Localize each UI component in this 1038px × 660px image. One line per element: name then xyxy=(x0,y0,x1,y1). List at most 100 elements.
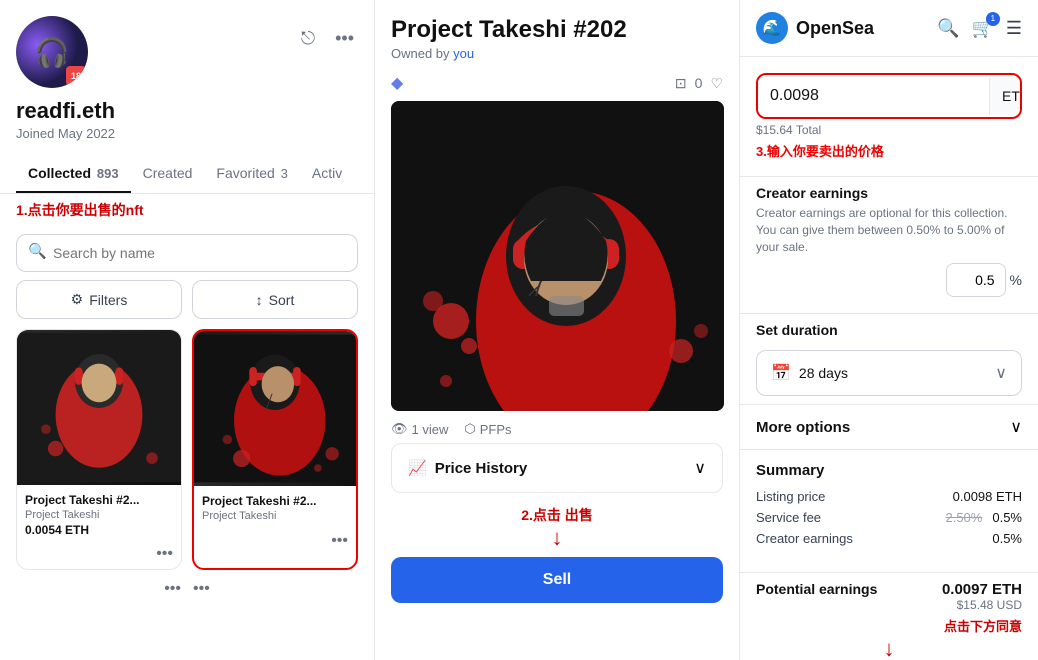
nft-card-2[interactable]: Project Takeshi #2... Project Takeshi ••… xyxy=(192,329,358,570)
share-button[interactable]: ⎋ xyxy=(297,24,319,53)
header-search-icon[interactable]: 🔍 xyxy=(937,18,959,39)
opensea-header: 🌊 OpenSea 🔍 🛒 1 ☰ xyxy=(740,0,1038,57)
nft-title-row: Project Takeshi #202 Owned by you xyxy=(375,0,739,65)
creator-row-label: Creator earnings xyxy=(756,531,853,546)
search-input[interactable] xyxy=(16,234,358,272)
nft-main-image xyxy=(391,101,724,411)
potential-values: 0.0097 ETH $15.48 USD xyxy=(942,581,1022,612)
currency-label: ETH xyxy=(1002,88,1022,104)
duration-title: Set duration xyxy=(756,322,1022,338)
sort-label: Sort xyxy=(269,292,295,308)
view-count: 0 xyxy=(695,75,703,91)
opensea-header-icons: 🔍 🛒 1 ☰ xyxy=(937,18,1022,39)
chart-icon: 📈 xyxy=(408,459,427,477)
nft-stats-row: 👁 1 view ⬡ PFPs xyxy=(375,411,739,443)
right-panel: 🌊 OpenSea 🔍 🛒 1 ☰ ETH ▾ $15.64 Total 3.输… xyxy=(740,0,1038,660)
service-fee-strikethrough: 2.50% xyxy=(945,510,982,525)
profile-header: 🎧 18 ⎋ ••• readfi.eth Joined May 2022 Co… xyxy=(0,0,374,194)
price-input-row: ETH ▾ xyxy=(756,73,1022,119)
collection-tag-text: PFPs xyxy=(480,422,512,437)
nft-card-1-price: 0.0054 ETH xyxy=(25,523,173,537)
potential-row: Potential earnings 0.0097 ETH $15.48 USD xyxy=(756,581,1022,612)
tab-created[interactable]: Created xyxy=(131,155,205,193)
expand-icon[interactable]: ⊡ xyxy=(675,75,687,92)
potential-section: Potential earnings 0.0097 ETH $15.48 USD… xyxy=(740,581,1038,660)
potential-label: Potential earnings xyxy=(756,581,877,597)
view-count-item: 👁 1 view xyxy=(391,421,448,437)
more-options-chevron: ∨ xyxy=(1010,417,1022,437)
nft-image-area: ◆ ⊡ 0 ♡ xyxy=(391,65,723,411)
duration-select[interactable]: 📅 28 days ∨ xyxy=(756,350,1022,396)
nft-card-1-collection: Project Takeshi xyxy=(25,509,173,521)
join-date: Joined May 2022 xyxy=(16,126,358,141)
nft-image-1 xyxy=(17,330,181,485)
service-fee-row: Service fee 2.50% 0.5% xyxy=(756,510,1022,525)
left-panel: 🎧 18 ⎋ ••• readfi.eth Joined May 2022 Co… xyxy=(0,0,375,660)
tab-favorited[interactable]: Favorited 3 xyxy=(204,155,299,193)
price-history-section: 📈 Price History ∨ xyxy=(391,443,723,493)
eye-icon: 👁 xyxy=(391,421,408,437)
creator-earnings-title: Creator earnings xyxy=(756,185,1022,201)
service-fee-label: Service fee xyxy=(756,510,821,525)
tab-collected[interactable]: Collected 893 xyxy=(16,155,131,193)
price-history-header[interactable]: 📈 Price History ∨ xyxy=(392,444,722,492)
filter-sort-row: ⚙ Filters ↕ Sort xyxy=(0,280,374,329)
divider-1 xyxy=(740,176,1038,177)
creator-earnings-section: Creator earnings Creator earnings are op… xyxy=(740,185,1038,305)
price-input-section: ETH ▾ $15.64 Total 3.输入你要卖出的价格 xyxy=(740,57,1038,168)
owned-link[interactable]: you xyxy=(453,46,474,61)
currency-select[interactable]: ETH ▾ xyxy=(989,78,1022,115)
nft-card-2-name: Project Takeshi #2... xyxy=(202,494,348,508)
divider-2 xyxy=(740,313,1038,314)
sort-icon: ↕ xyxy=(256,292,263,308)
earnings-input-row: % xyxy=(756,263,1022,297)
tab-favorited-count: 3 xyxy=(281,166,288,181)
earnings-input[interactable] xyxy=(946,263,1006,297)
nft-card-1-info: Project Takeshi #2... Project Takeshi 0.… xyxy=(17,485,181,545)
eth-icon: ◆ xyxy=(391,73,403,93)
annotation-4-label: 点击下方同意 xyxy=(944,619,1022,634)
search-row: 🔍 xyxy=(0,222,374,280)
opensea-logo-area: 🌊 OpenSea xyxy=(756,12,874,44)
nft-card-1-footer: ••• xyxy=(17,545,181,569)
bottom-more-btn-2[interactable]: ••• xyxy=(193,580,210,598)
nft-card-1-name: Project Takeshi #2... xyxy=(25,493,173,507)
search-icon: 🔍 xyxy=(28,242,47,260)
opensea-brand-name: OpenSea xyxy=(796,18,874,39)
avatar-row: 🎧 18 ⎋ ••• xyxy=(16,16,358,88)
tab-collected-count: 893 xyxy=(97,166,119,181)
creator-earnings-desc: Creator earnings are optional for this c… xyxy=(756,205,1022,255)
nft-top-bar: ◆ ⊡ 0 ♡ xyxy=(391,65,723,101)
more-button[interactable]: ••• xyxy=(331,24,358,53)
tab-activity[interactable]: Activ xyxy=(300,155,354,193)
listing-price-row: Listing price 0.0098 ETH xyxy=(756,489,1022,504)
listing-price-value: 0.0098 ETH xyxy=(953,489,1022,504)
collection-tag-item: ⬡ PFPs xyxy=(464,421,511,437)
sell-section: 2.点击 出售 ↓ Sell xyxy=(375,493,739,615)
nft-card-1[interactable]: Project Takeshi #2... Project Takeshi 0.… xyxy=(16,329,182,570)
more-options-row[interactable]: More options ∨ xyxy=(740,404,1038,450)
sell-button[interactable]: Sell xyxy=(391,557,723,603)
bottom-more-btn-1[interactable]: ••• xyxy=(164,580,181,598)
avatar: 🎧 18 xyxy=(16,16,88,88)
total-label: $15.64 Total xyxy=(756,123,1022,137)
middle-panel: Project Takeshi #202 Owned by you ◆ ⊡ 0 … xyxy=(375,0,740,660)
nft-top-bar-right: ⊡ 0 ♡ xyxy=(675,75,723,92)
filters-button[interactable]: ⚙ Filters xyxy=(16,280,182,319)
cart-area[interactable]: 🛒 1 xyxy=(971,18,993,39)
sort-button[interactable]: ↕ Sort xyxy=(192,280,358,319)
avatar-badge: 18 xyxy=(66,66,86,86)
annotation-3-label: 3.输入你要卖出的价格 xyxy=(756,141,1022,160)
heart-icon[interactable]: ♡ xyxy=(710,75,723,92)
nft-card-1-more[interactable]: ••• xyxy=(156,545,173,563)
annotation-1-label: 1.点击你要出售的nft xyxy=(16,202,144,218)
nft-card-2-more[interactable]: ••• xyxy=(331,532,348,550)
filter-icon: ⚙ xyxy=(71,291,84,308)
tab-activity-label: Activ xyxy=(312,165,342,181)
more-options-label: More options xyxy=(756,419,850,436)
duration-section: Set duration 📅 28 days ∨ xyxy=(740,322,1038,404)
hamburger-icon[interactable]: ☰ xyxy=(1006,18,1022,39)
price-input[interactable] xyxy=(758,75,989,117)
nft-card-2-collection: Project Takeshi xyxy=(202,510,348,522)
annotation-2-label: 2.点击 出售 xyxy=(521,507,593,523)
